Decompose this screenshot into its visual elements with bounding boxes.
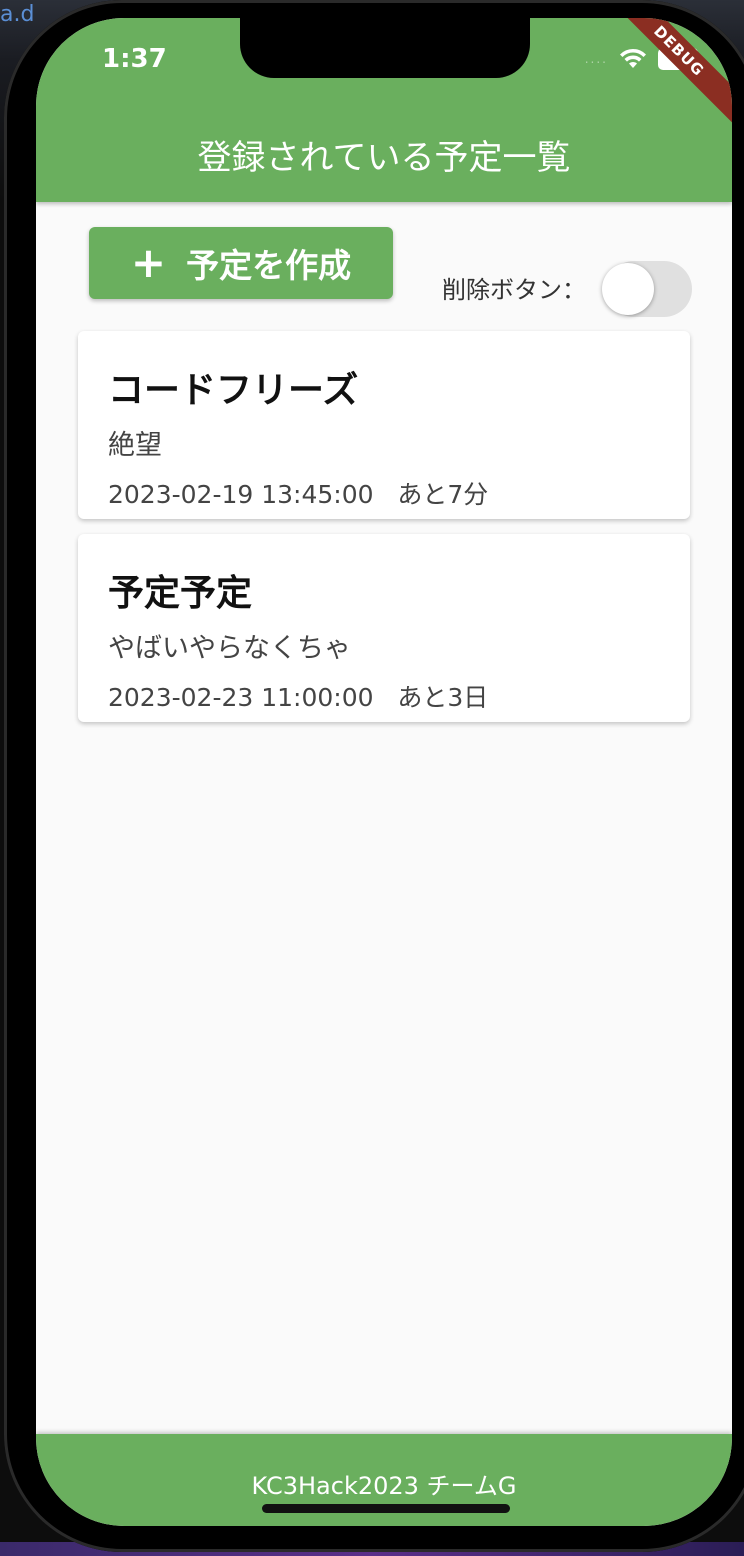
event-datetime: 2023-02-23 11:00:00 <box>108 683 374 712</box>
signal-icon: .... <box>584 52 608 66</box>
phone-frame: 1:37 .... 登録されている予定一覧 DEBUG + 予定を作成 削除ボタ… <box>4 0 744 1552</box>
status-time: 1:37 <box>102 44 167 74</box>
event-description: やばいやらなくちゃ <box>108 633 351 664</box>
delete-toggle-label: 削除ボタン： <box>442 276 586 304</box>
page-title: 登録されている予定一覧 <box>197 138 571 178</box>
create-event-label: 予定を作成 <box>186 246 352 285</box>
desktop-corner-text: a.d <box>0 2 35 27</box>
event-meta: 2023-02-19 13:45:00 あと7分 <box>108 475 488 511</box>
event-remaining: あと3日 <box>397 683 489 712</box>
plus-icon: + <box>130 238 167 287</box>
create-event-button[interactable]: + 予定を作成 <box>89 227 393 299</box>
event-title: 予定予定 <box>108 573 253 614</box>
event-datetime: 2023-02-19 13:45:00 <box>108 480 374 509</box>
event-card[interactable]: 予定予定 やばいやらなくちゃ 2023-02-23 11:00:00 あと3日 <box>78 534 690 722</box>
event-meta: 2023-02-23 11:00:00 あと3日 <box>108 678 488 714</box>
app-bar: 1:37 .... 登録されている予定一覧 <box>36 18 732 202</box>
home-indicator[interactable] <box>262 1504 510 1513</box>
event-title: コードフリーズ <box>108 370 359 411</box>
wifi-icon <box>618 48 648 70</box>
delete-mode-toggle[interactable] <box>600 261 692 317</box>
toggle-thumb <box>602 263 654 315</box>
footer-text: KC3Hack2023 チームG <box>251 1472 517 1500</box>
event-remaining: あと7分 <box>397 480 489 509</box>
device-notch <box>240 18 530 78</box>
event-card[interactable]: コードフリーズ 絶望 2023-02-19 13:45:00 あと7分 <box>78 331 690 519</box>
app-screen: 1:37 .... 登録されている予定一覧 DEBUG + 予定を作成 削除ボタ… <box>36 18 732 1526</box>
bottom-bar: KC3Hack2023 チームG <box>36 1434 732 1526</box>
event-description: 絶望 <box>108 430 162 461</box>
